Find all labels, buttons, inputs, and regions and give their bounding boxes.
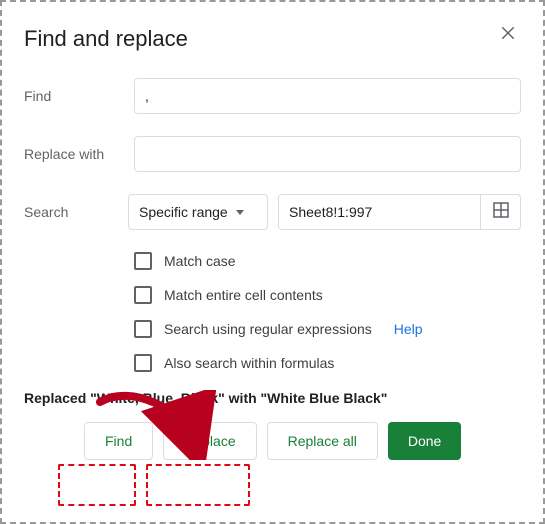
replace-label: Replace with [24, 146, 134, 162]
match-entire-cell-label: Match entire cell contents [164, 287, 323, 303]
replace-all-button[interactable]: Replace all [267, 422, 378, 460]
regex-help-link[interactable]: Help [394, 321, 423, 337]
annotation-highlight-find [58, 464, 136, 506]
within-formulas-label: Also search within formulas [164, 355, 334, 371]
replace-input[interactable] [134, 136, 521, 172]
select-range-button[interactable] [480, 195, 520, 229]
close-icon [499, 29, 517, 46]
search-label: Search [24, 204, 128, 220]
annotation-highlight-replace [146, 464, 250, 506]
find-input[interactable] [134, 78, 521, 114]
match-case-label: Match case [164, 253, 236, 269]
match-entire-cell-checkbox[interactable] [134, 286, 152, 304]
status-message: Replaced "White, Blue, Black" with "Whit… [24, 390, 521, 406]
match-case-checkbox[interactable] [134, 252, 152, 270]
close-button[interactable] [495, 20, 521, 51]
range-input[interactable] [279, 195, 480, 229]
done-button[interactable]: Done [388, 422, 461, 460]
within-formulas-checkbox[interactable] [134, 354, 152, 372]
regex-label: Search using regular expressions [164, 321, 372, 337]
search-scope-dropdown[interactable]: Specific range [128, 194, 268, 230]
grid-icon [493, 202, 509, 223]
find-label: Find [24, 88, 134, 104]
dialog-title: Find and replace [24, 26, 188, 52]
chevron-down-icon [236, 210, 244, 215]
replace-button[interactable]: Replace [163, 422, 256, 460]
regex-checkbox[interactable] [134, 320, 152, 338]
search-scope-value: Specific range [139, 204, 228, 220]
find-button[interactable]: Find [84, 422, 153, 460]
